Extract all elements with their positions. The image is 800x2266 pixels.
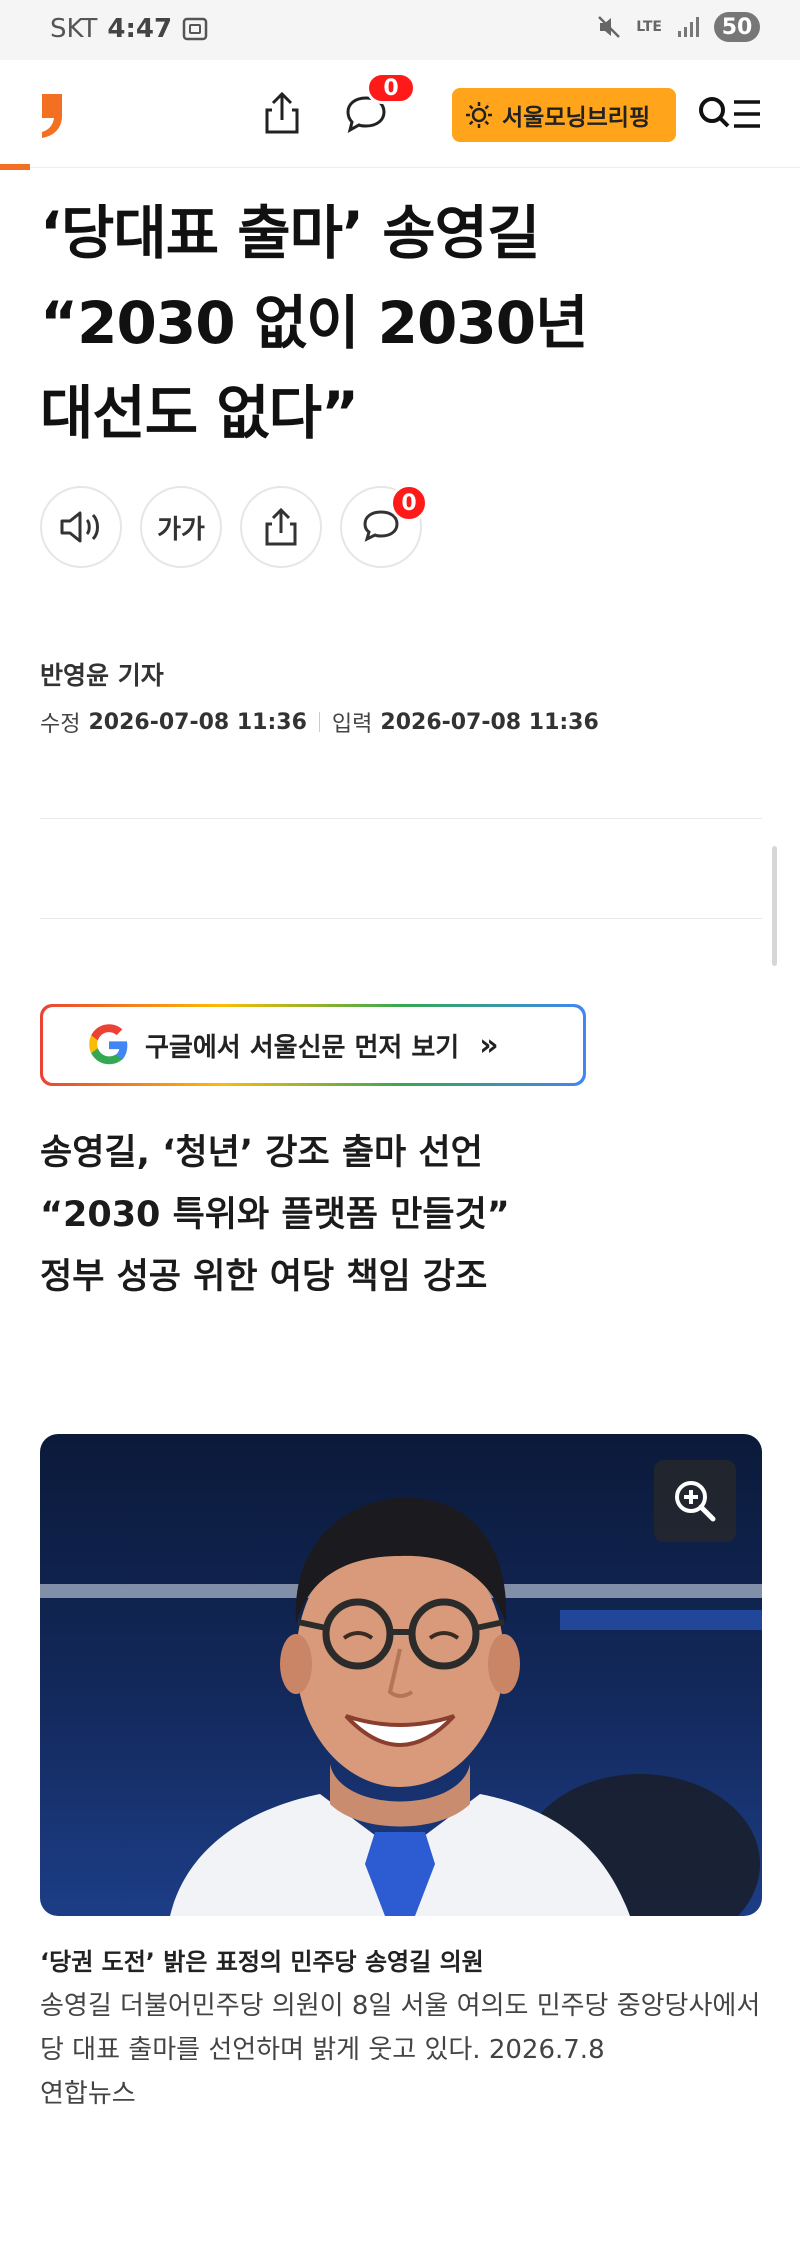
listen-button[interactable]: [40, 486, 122, 568]
search-menu-icon[interactable]: [696, 92, 762, 136]
divider: [40, 818, 762, 819]
double-chevron-icon: »: [479, 1027, 499, 1063]
scrollbar[interactable]: [772, 846, 777, 966]
article-headline: ‘당대표 출마’ 송영길 “2030 없이 2030년 대선도 없다”: [40, 188, 760, 458]
google-icon: [89, 1024, 128, 1065]
share-icon[interactable]: [262, 90, 302, 136]
speaker-icon: [60, 511, 99, 543]
zoom-in-icon: [675, 1481, 716, 1522]
subhead-line: 정부 성공 위한 여당 책임 강조: [40, 1257, 488, 1297]
zoom-button[interactable]: [654, 1460, 736, 1542]
article-subheads: 송영길, ‘청년’ 강조 출마 선언 “2030 특위와 플랫폼 만들것” 정부…: [40, 1122, 510, 1308]
briefing-label: 서울모닝브리핑: [502, 104, 651, 130]
published-label: 입력: [331, 712, 373, 737]
date-separator: [318, 712, 320, 732]
headline-line: 대선도 없다”: [40, 379, 359, 447]
subhead-line: 송영길, ‘청년’ 강조 출마 선언: [40, 1133, 483, 1173]
photo-caption: 송영길 더불어민주당 의원이 8일 서울 여의도 민주당 중앙당사에서 당 대표…: [40, 1984, 762, 2116]
sun-icon: [466, 102, 492, 128]
status-left: SKT 4:47: [50, 14, 208, 44]
google-follow-inner: 구글에서 서울신문 먼저 보기 »: [43, 1007, 583, 1083]
morning-briefing-button[interactable]: 서울모닝브리핑: [452, 88, 676, 142]
mute-icon: [598, 16, 621, 38]
site-logo[interactable]: [36, 90, 72, 140]
comment-button[interactable]: 0: [340, 484, 428, 568]
photo-credit: 연합뉴스: [40, 2079, 136, 2109]
font-size-label: 가가: [157, 514, 205, 545]
status-right: LTE 50: [596, 12, 760, 42]
google-button-label: 구글에서 서울신문 먼저 보기: [145, 1032, 460, 1063]
share-button[interactable]: [240, 486, 322, 568]
comment-count-badge: 0: [366, 72, 416, 104]
headline-line: ‘당대표 출마’ 송영길: [40, 199, 540, 267]
clock: 4:47: [107, 14, 173, 44]
article-actions: 가가 0: [40, 484, 428, 568]
share-icon: [265, 507, 297, 546]
photo-caption-text: 송영길 더불어민주당 의원이 8일 서울 여의도 민주당 중앙당사에서 당 대표…: [40, 1991, 761, 2065]
signal-icon: [678, 17, 699, 37]
screenshot-icon: [182, 17, 208, 41]
carrier-label: SKT: [50, 14, 98, 44]
divider: [40, 918, 762, 919]
photo-caption-title: ‘당권 도전’ 밝은 표정의 민주당 송영길 의원: [40, 1948, 484, 1976]
status-bar: SKT 4:47 LTE 50: [0, 0, 800, 60]
font-size-button[interactable]: 가가: [140, 486, 222, 568]
battery-indicator: 50: [714, 12, 760, 42]
published-date: 2026-07-08 11:36: [380, 709, 599, 735]
reporter-name[interactable]: 반영윤 기자: [40, 656, 164, 692]
article-dates: 수정 2026-07-08 11:36 입력 2026-07-08 11:36: [40, 706, 599, 738]
active-indicator: [0, 164, 30, 170]
comment-count-badge: 0: [390, 484, 428, 522]
google-follow-button[interactable]: 구글에서 서울신문 먼저 보기 »: [40, 1004, 586, 1086]
site-header: 0 서울모닝브리핑: [0, 60, 800, 170]
network-type: LTE: [636, 19, 662, 35]
headline-line: “2030 없이 2030년: [40, 289, 588, 357]
subhead-line: “2030 특위와 플랫폼 만들것”: [40, 1195, 510, 1235]
article-photo[interactable]: [40, 1434, 762, 1916]
modified-label: 수정: [40, 712, 81, 737]
modified-date: 2026-07-08 11:36: [88, 709, 307, 735]
